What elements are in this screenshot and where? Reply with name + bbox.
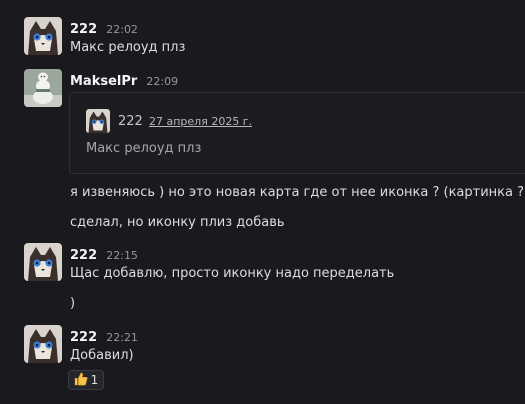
avatar[interactable] xyxy=(24,243,62,281)
snowman-avatar-icon xyxy=(24,69,62,107)
timestamp[interactable]: 22:09 xyxy=(146,75,178,88)
embed-date-link[interactable]: 27 апреля 2025 г. xyxy=(149,115,252,128)
message-text: ) xyxy=(70,296,76,311)
timestamp[interactable]: 22:02 xyxy=(106,23,138,36)
message-header: MakselPr 22:09 xyxy=(70,70,178,89)
cat-avatar-icon xyxy=(86,109,110,133)
message-header: 222 22:21 xyxy=(70,326,138,345)
username[interactable]: 222 xyxy=(70,22,97,37)
embed-username: 222 xyxy=(118,114,143,129)
embed-text: Макс релоуд плз xyxy=(86,141,202,156)
avatar xyxy=(86,109,110,133)
avatar[interactable] xyxy=(24,69,62,107)
avatar[interactable] xyxy=(24,325,62,363)
message-text: Щас добавлю, просто иконку надо передела… xyxy=(70,266,395,281)
message-text: Макс релоуд плз xyxy=(70,40,186,55)
timestamp[interactable]: 22:21 xyxy=(106,331,138,344)
cat-avatar-icon xyxy=(24,17,62,55)
cat-avatar-icon xyxy=(24,325,62,363)
thumbs-up-icon xyxy=(74,372,88,388)
reaction-count: 1 xyxy=(90,373,99,387)
message-header: 222 22:15 xyxy=(70,244,138,263)
quoted-message-embed[interactable]: 222 27 апреля 2025 г. Макс релоуд плз xyxy=(69,92,525,174)
username[interactable]: MakselPr xyxy=(70,74,137,89)
avatar[interactable] xyxy=(24,17,62,55)
message-text: сделал, но иконку плиз добавь xyxy=(70,215,285,230)
message-text: Добавил) xyxy=(70,348,134,363)
message-text: я извеняюсь ) но это новая карта где от … xyxy=(70,185,525,200)
message-header: 222 22:02 xyxy=(70,18,138,37)
timestamp[interactable]: 22:15 xyxy=(106,249,138,262)
username[interactable]: 222 xyxy=(70,330,97,345)
reaction-button[interactable]: 1 xyxy=(68,370,104,390)
username[interactable]: 222 xyxy=(70,248,97,263)
cat-avatar-icon xyxy=(24,243,62,281)
